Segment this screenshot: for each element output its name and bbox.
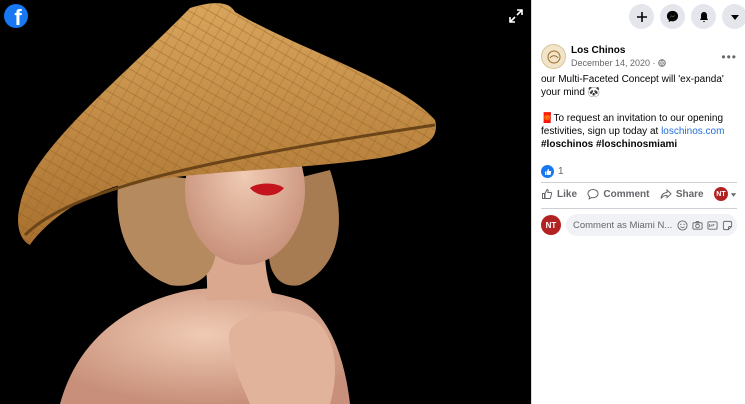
more-options-icon[interactable]: ••• <box>721 50 737 64</box>
camera-icon[interactable] <box>692 220 703 231</box>
post-photo[interactable]: f <box>0 0 531 404</box>
share-button[interactable]: Share <box>660 188 704 200</box>
comment-box[interactable] <box>566 214 737 236</box>
plus-icon <box>636 11 647 22</box>
comment-label: Comment <box>603 188 650 200</box>
thumbs-up-icon <box>542 188 553 199</box>
facebook-logo-icon[interactable]: f <box>4 4 28 28</box>
hashtag-loschinosmiami[interactable]: #loschinosmiami <box>596 139 677 150</box>
profile-badge: NT <box>713 187 728 201</box>
account-menu-button[interactable] <box>722 4 745 29</box>
facebook-logo-letter: f <box>14 5 22 29</box>
top-nav <box>629 4 745 29</box>
post-actions: Like Comment Share NT <box>541 187 737 201</box>
post-line-1: our Multi-Faceted Concept will 'ex-panda… <box>541 74 724 98</box>
page-avatar[interactable] <box>541 44 566 69</box>
reaction-count: 1 <box>558 166 564 177</box>
share-icon <box>660 188 672 199</box>
post-sidebar: Los Chinos December 14, 2020 · ••• our M… <box>531 0 745 404</box>
post-viewer: f Los Chinos December 14, 2020 · ••• our… <box>0 0 745 404</box>
post-as-selector[interactable]: NT <box>713 187 737 201</box>
comment-button[interactable]: Comment <box>587 188 649 200</box>
caret-down-icon <box>730 14 739 20</box>
create-button[interactable] <box>629 4 654 29</box>
commenter-avatar[interactable]: NT <box>541 215 561 235</box>
globe-icon <box>658 59 666 67</box>
like-reaction-icon <box>541 165 554 178</box>
messenger-button[interactable] <box>660 4 685 29</box>
website-link[interactable]: loschinos.com <box>661 126 724 137</box>
bell-icon <box>699 11 708 22</box>
divider-bottom <box>541 208 737 209</box>
like-button[interactable]: Like <box>541 188 577 200</box>
post-date[interactable]: December 14, 2020 · <box>571 58 666 68</box>
comment-tools <box>677 219 733 231</box>
messenger-icon <box>666 10 679 23</box>
share-label: Share <box>675 188 704 200</box>
comment-input[interactable] <box>573 219 673 231</box>
sticker-icon[interactable] <box>722 220 733 231</box>
notifications-button[interactable] <box>691 4 716 29</box>
like-label: Like <box>557 188 578 200</box>
post-header: Los Chinos December 14, 2020 · <box>541 44 666 69</box>
post-text: our Multi-Faceted Concept will 'ex-panda… <box>541 73 741 164</box>
gif-icon[interactable] <box>707 220 718 231</box>
fullscreen-icon[interactable] <box>508 8 524 24</box>
emoji-icon[interactable] <box>677 219 688 231</box>
comment-icon <box>587 188 599 200</box>
page-name[interactable]: Los Chinos <box>571 45 625 56</box>
divider-top <box>541 182 737 183</box>
post-date-text: December 14, 2020 · <box>571 58 656 68</box>
post-line-2: 🧧To request an invitation to our opening… <box>541 112 741 151</box>
reaction-summary[interactable]: 1 <box>541 165 564 178</box>
photo-illustration <box>18 3 436 404</box>
comment-composer: NT <box>541 214 737 236</box>
hashtag-loschinos[interactable]: #loschinos <box>541 139 593 150</box>
los-chinos-logo-icon <box>547 50 560 63</box>
caret-down-icon <box>730 192 737 197</box>
